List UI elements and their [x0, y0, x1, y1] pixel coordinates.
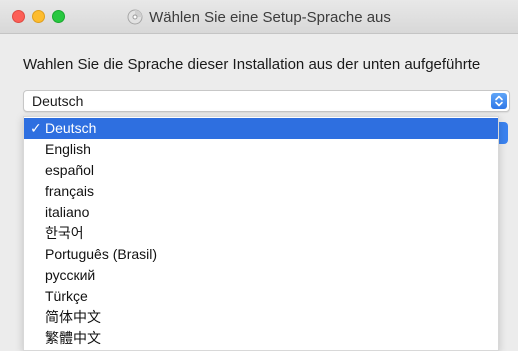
language-popup-button[interactable]: Deutsch [23, 90, 510, 112]
menu-item-label: italiano [45, 204, 90, 220]
menu-item-deutsch[interactable]: ✓ Deutsch [24, 118, 498, 139]
menu-item-label: Deutsch [45, 120, 97, 136]
menu-item-korean[interactable]: 한국어 [24, 223, 498, 244]
menu-item-label: Português (Brasil) [45, 246, 158, 262]
menu-item-francais[interactable]: français [24, 181, 498, 202]
up-down-chevrons-icon [491, 93, 507, 109]
window-title-area: Wählen Sie eine Setup-Sprache aus [0, 0, 518, 34]
menu-item-label: Türkçe [45, 288, 88, 304]
menu-item-italiano[interactable]: italiano [24, 202, 498, 223]
instruction-text: Wahlen Sie die Sprache dieser Installati… [23, 56, 481, 73]
title-bar[interactable]: Wählen Sie eine Setup-Sprache aus [0, 0, 518, 34]
menu-item-english[interactable]: English [24, 139, 498, 160]
installer-disc-icon [127, 9, 143, 25]
menu-item-label: 繁體中文 [45, 330, 101, 346]
menu-item-label: español [45, 162, 95, 178]
menu-item-label: français [45, 183, 95, 199]
menu-item-label: русский [45, 267, 96, 283]
menu-item-label: 한국어 [45, 225, 84, 241]
menu-item-portugues-brasil[interactable]: Português (Brasil) [24, 244, 498, 265]
setup-language-window: Wählen Sie eine Setup-Sprache aus Wahlen… [0, 0, 518, 351]
menu-item-russian[interactable]: русский [24, 265, 498, 286]
checkmark-icon: ✓ [30, 120, 42, 136]
menu-item-simplified-chinese[interactable]: 简体中文 [24, 307, 498, 328]
menu-item-turkce[interactable]: Türkçe [24, 286, 498, 307]
menu-item-label: English [45, 141, 91, 157]
language-dropdown-menu: ✓ Deutsch English español français itali… [23, 116, 499, 351]
language-popup-value: Deutsch [32, 93, 84, 109]
window-title: Wählen Sie eine Setup-Sprache aus [149, 8, 391, 26]
menu-item-traditional-chinese[interactable]: 繁體中文 [24, 328, 498, 349]
menu-item-label: 简体中文 [45, 309, 101, 325]
menu-item-espanol[interactable]: español [24, 160, 498, 181]
